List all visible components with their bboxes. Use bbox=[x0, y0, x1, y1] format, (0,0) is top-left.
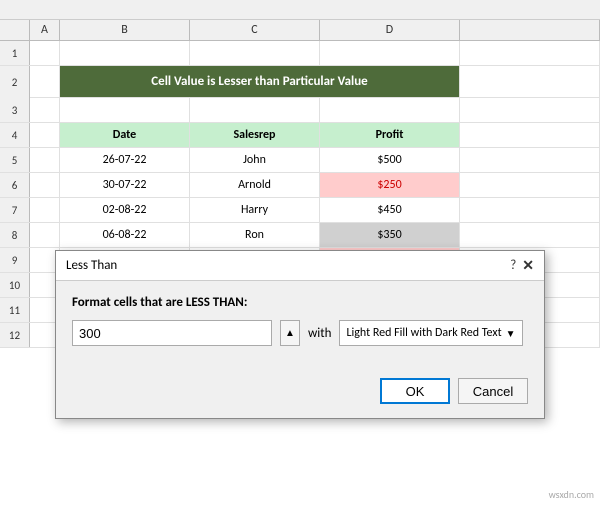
cell-e1 bbox=[460, 41, 600, 65]
header-profit: Profit bbox=[320, 123, 460, 147]
cell-b3 bbox=[60, 98, 190, 122]
cell-b1 bbox=[60, 41, 190, 65]
cell-e4 bbox=[460, 123, 600, 147]
cell-e6 bbox=[460, 173, 600, 197]
header-salesrep: Salesrep bbox=[190, 123, 320, 147]
cell-a1 bbox=[30, 41, 60, 65]
cell-b6: 30-07-22 bbox=[60, 173, 190, 197]
header-row: 4 Date Salesrep Profit bbox=[0, 123, 600, 148]
less-than-dialog: Less Than ? ✕ Format cells that are LESS… bbox=[55, 250, 545, 419]
table-row: 8 06-08-22 Ron $350 bbox=[0, 223, 600, 248]
dialog-body: Format cells that are LESS THAN: ▲ with … bbox=[56, 281, 544, 374]
input-up-button[interactable]: ▲ bbox=[280, 320, 300, 346]
cell-a6 bbox=[30, 173, 60, 197]
header-date: Date bbox=[60, 123, 190, 147]
cell-d6: $250 bbox=[320, 173, 460, 197]
row-num-10: 10 bbox=[0, 273, 30, 297]
formula-bar bbox=[0, 0, 600, 20]
dialog-title-controls: ? ✕ bbox=[510, 257, 534, 274]
dialog-title: Less Than bbox=[66, 258, 117, 273]
cell-c5: John bbox=[190, 148, 320, 172]
cell-b5: 26-07-22 bbox=[60, 148, 190, 172]
cell-d3 bbox=[320, 98, 460, 122]
col-header-b: B bbox=[60, 20, 190, 40]
cell-c6: Arnold bbox=[190, 173, 320, 197]
cell-e3 bbox=[460, 98, 600, 122]
row-num-6: 6 bbox=[0, 173, 30, 197]
with-label: with bbox=[308, 326, 331, 341]
spreadsheet: A B C D 1 2 Cell Value is Lesser than Pa… bbox=[0, 0, 600, 505]
cell-b8: 06-08-22 bbox=[60, 223, 190, 247]
cell-a2 bbox=[30, 66, 60, 98]
cell-d5: $500 bbox=[320, 148, 460, 172]
dialog-instruction-label: Format cells that are LESS THAN: bbox=[72, 295, 528, 310]
row-num-5: 5 bbox=[0, 148, 30, 172]
cell-e2 bbox=[460, 66, 600, 98]
spreadsheet-title: Cell Value is Lesser than Particular Val… bbox=[60, 66, 460, 97]
col-header-c: C bbox=[190, 20, 320, 40]
cell-e8 bbox=[460, 223, 600, 247]
cancel-button[interactable]: Cancel bbox=[458, 378, 528, 404]
cell-a3 bbox=[30, 98, 60, 122]
dialog-titlebar: Less Than ? ✕ bbox=[56, 251, 544, 281]
table-row: 5 26-07-22 John $500 bbox=[0, 148, 600, 173]
row-num-4: 4 bbox=[0, 123, 30, 147]
table-row: 3 bbox=[0, 98, 600, 123]
value-input[interactable] bbox=[72, 320, 272, 346]
close-button[interactable]: ✕ bbox=[522, 257, 534, 274]
cell-c7: Harry bbox=[190, 198, 320, 222]
chevron-down-icon: ▼ bbox=[506, 327, 516, 340]
row-num-1: 1 bbox=[0, 41, 30, 65]
col-header-e bbox=[460, 20, 600, 40]
col-headers: A B C D bbox=[0, 20, 600, 41]
row-num-7: 7 bbox=[0, 198, 30, 222]
table-row: 6 30-07-22 Arnold $250 bbox=[0, 173, 600, 198]
row-num-3: 3 bbox=[0, 98, 30, 122]
cell-a7 bbox=[30, 198, 60, 222]
table-row: 7 02-08-22 Harry $450 bbox=[0, 198, 600, 223]
help-button[interactable]: ? bbox=[510, 258, 516, 273]
dialog-footer: OK Cancel bbox=[56, 374, 544, 418]
cell-d7: $450 bbox=[320, 198, 460, 222]
cell-a5 bbox=[30, 148, 60, 172]
cell-c3 bbox=[190, 98, 320, 122]
dialog-input-row: ▲ with Light Red Fill with Dark Red Text… bbox=[72, 320, 528, 346]
title-row: 2 Cell Value is Lesser than Particular V… bbox=[0, 66, 600, 98]
cell-d1 bbox=[320, 41, 460, 65]
col-header-d: D bbox=[320, 20, 460, 40]
row-num-8: 8 bbox=[0, 223, 30, 247]
cell-e7 bbox=[460, 198, 600, 222]
row-num-9: 9 bbox=[0, 248, 30, 272]
table-row: 1 bbox=[0, 41, 600, 66]
row-num-2: 2 bbox=[0, 66, 30, 98]
col-header-a: A bbox=[30, 20, 60, 40]
cell-c8: Ron bbox=[190, 223, 320, 247]
cell-b7: 02-08-22 bbox=[60, 198, 190, 222]
cell-a4 bbox=[30, 123, 60, 147]
cell-d8: $350 bbox=[320, 223, 460, 247]
row-num-11: 11 bbox=[0, 298, 30, 322]
format-dropdown-value: Light Red Fill with Dark Red Text bbox=[346, 326, 501, 340]
corner-cell bbox=[0, 20, 30, 40]
cell-e5 bbox=[460, 148, 600, 172]
format-dropdown[interactable]: Light Red Fill with Dark Red Text ▼ bbox=[339, 320, 522, 346]
watermark: wsxdn.com bbox=[549, 488, 594, 501]
cell-c1 bbox=[190, 41, 320, 65]
cell-a8 bbox=[30, 223, 60, 247]
ok-button[interactable]: OK bbox=[380, 378, 450, 404]
row-num-12: 12 bbox=[0, 323, 30, 347]
